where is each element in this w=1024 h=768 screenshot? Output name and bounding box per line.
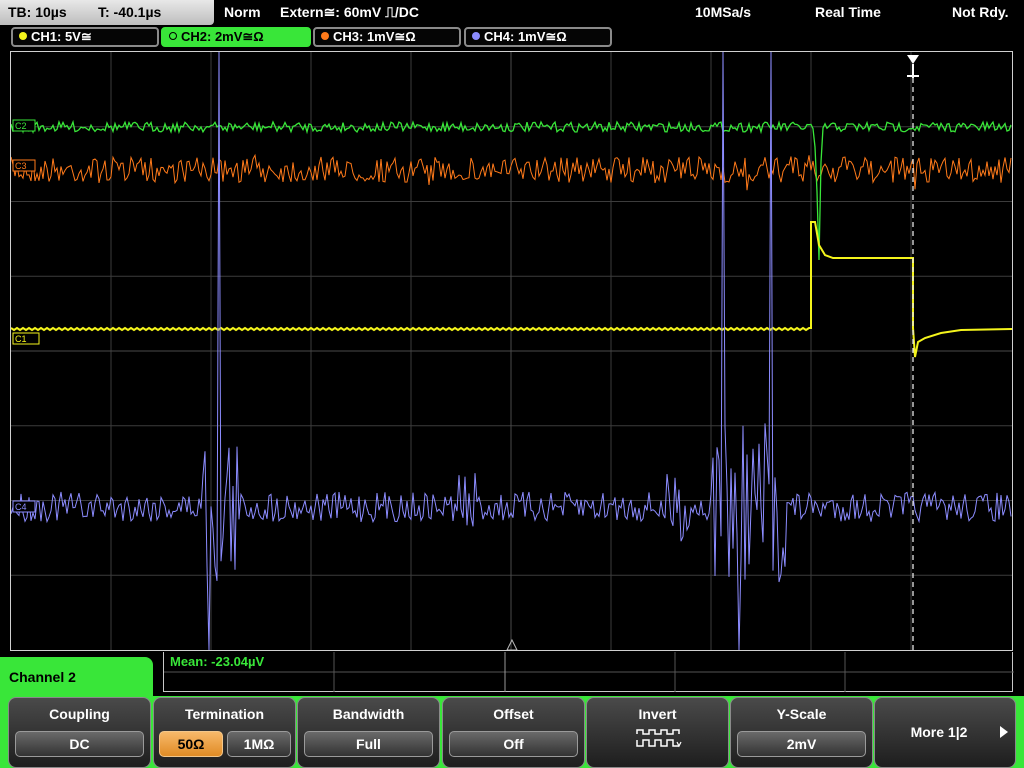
ch3-marker[interactable]: C3 bbox=[12, 159, 36, 172]
more-label: More 1|2 bbox=[910, 724, 968, 740]
coupling-button[interactable]: DC bbox=[15, 731, 144, 757]
coupling-label: Coupling bbox=[49, 706, 110, 722]
yscale-button[interactable]: 2mV bbox=[737, 731, 866, 757]
trigger-time-value: T: -40.1µs bbox=[98, 4, 162, 20]
tab-ch3-label: CH3: 1mV≅Ω bbox=[333, 29, 416, 44]
graticule bbox=[11, 52, 1012, 650]
trigger-source[interactable]: Extern≅: 60mV ⎍/DC bbox=[280, 4, 419, 21]
ch1-marker[interactable]: C1 bbox=[12, 332, 40, 345]
yscale-label: Y-Scale bbox=[776, 706, 827, 722]
sample-rate: 10MSa/s bbox=[695, 4, 752, 20]
svg-text:C3: C3 bbox=[15, 161, 27, 171]
tab-ch2[interactable]: CH2: 2mV≅Ω bbox=[161, 27, 311, 47]
ch1-dot-icon bbox=[19, 32, 27, 40]
arrow-right-icon bbox=[1000, 726, 1008, 738]
timebase-value: TB: 10µs bbox=[8, 4, 67, 20]
mean-measurement: Mean: -23.04µV bbox=[170, 654, 265, 669]
svg-text:C2: C2 bbox=[15, 121, 27, 131]
offset-button[interactable]: Off bbox=[449, 731, 578, 757]
termination-label: Termination bbox=[184, 706, 265, 722]
trigger-mode[interactable]: Norm bbox=[224, 4, 261, 20]
tab-ch4[interactable]: CH4: 1mV≅Ω bbox=[464, 27, 612, 47]
ch2-marker[interactable]: C2 bbox=[12, 119, 36, 132]
horizontal-position-marker[interactable] bbox=[506, 638, 518, 650]
tab-ch2-label: CH2: 2mV≅Ω bbox=[181, 29, 264, 44]
offset-panel: Offset Off bbox=[442, 697, 585, 768]
bandwidth-button[interactable]: Full bbox=[304, 731, 433, 757]
termination-1m-ohm-button[interactable]: 1MΩ bbox=[227, 731, 291, 757]
measurement-grid bbox=[164, 652, 1014, 692]
ch4-dot-icon bbox=[472, 32, 480, 40]
measurement-panel: Mean: -23.04µV bbox=[163, 652, 1014, 692]
waveform-canvas: C2 C3 C1 C4 bbox=[11, 52, 1012, 650]
ch3-dot-icon bbox=[321, 32, 329, 40]
tab-ch4-label: CH4: 1mV≅Ω bbox=[484, 29, 567, 44]
run-status: Not Rdy. bbox=[952, 4, 1009, 20]
menu-title: Channel 2 bbox=[0, 657, 153, 699]
termination-50-ohm-button[interactable]: 50Ω bbox=[159, 731, 223, 757]
status-bar: TB: 10µs T: -40.1µs Norm Extern≅: 60mV ⎍… bbox=[0, 0, 1024, 26]
tab-ch3[interactable]: CH3: 1mV≅Ω bbox=[313, 27, 461, 47]
waveform-display[interactable]: C2 C3 C1 C4 bbox=[10, 51, 1013, 651]
trigger-position-marker[interactable] bbox=[907, 55, 919, 78]
offset-label: Offset bbox=[493, 706, 534, 722]
acquisition-mode: Real Time bbox=[815, 4, 881, 20]
invert-waveform-icon bbox=[636, 729, 682, 748]
timebase-box[interactable]: TB: 10µs T: -40.1µs bbox=[0, 0, 214, 25]
ch2-dot-icon bbox=[169, 32, 177, 40]
invert-label: Invert bbox=[638, 706, 677, 722]
more-button[interactable]: More 1|2 bbox=[874, 697, 1016, 768]
bandwidth-panel: Bandwidth Full bbox=[297, 697, 440, 768]
ch4-marker[interactable]: C4 bbox=[12, 500, 36, 513]
bandwidth-label: Bandwidth bbox=[332, 706, 405, 722]
svg-text:C4: C4 bbox=[15, 502, 27, 512]
coupling-panel: Coupling DC bbox=[8, 697, 151, 768]
tab-ch1[interactable]: CH1: 5V≅ bbox=[11, 27, 159, 47]
tab-ch1-label: CH1: 5V≅ bbox=[31, 29, 92, 44]
termination-panel: Termination 50Ω 1MΩ bbox=[153, 697, 296, 768]
invert-panel[interactable]: Invert bbox=[586, 697, 729, 768]
yscale-panel: Y-Scale 2mV bbox=[730, 697, 873, 768]
svg-text:C1: C1 bbox=[15, 334, 27, 344]
